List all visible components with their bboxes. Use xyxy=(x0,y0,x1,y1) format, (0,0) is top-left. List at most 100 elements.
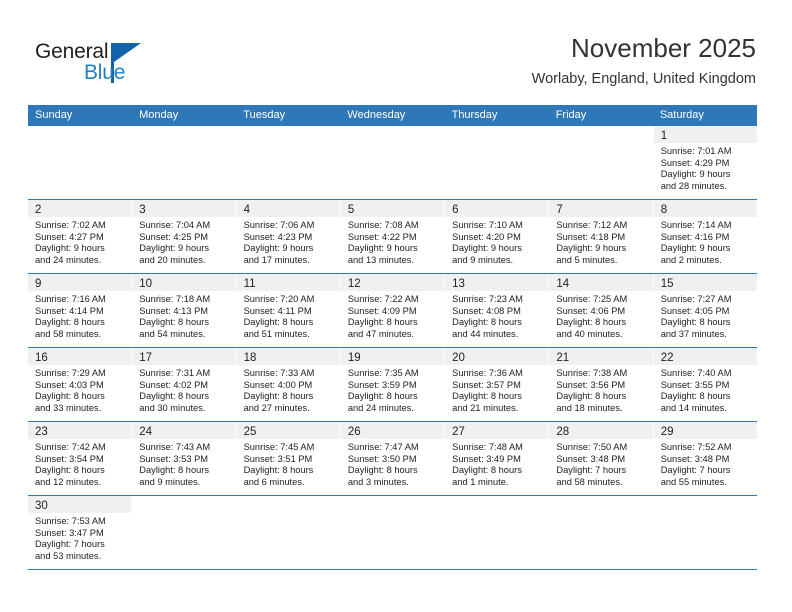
daylight-text-line2: and 21 minutes. xyxy=(452,402,519,413)
sunrise-text: Sunrise: 7:35 AM xyxy=(347,368,419,378)
calendar-day-7[interactable]: 7 Sunrise: 7:12 AM Sunset: 4:18 PM Daylight… xyxy=(549,200,654,273)
calendar-day-30[interactable]: 30 Sunrise: 7:53 AM Sunset: 3:47 PM Dayligh… xyxy=(28,496,133,569)
sunrise-text: Sunrise: 7:18 AM xyxy=(139,294,211,304)
calendar-day-21[interactable]: 21 Sunrise: 7:38 AM Sunset: 3:56 PM Dayligh… xyxy=(549,348,654,421)
calendar-day-1[interactable]: 1 Sunrise: 7:01 AM Sunset: 4:29 PM Daylight… xyxy=(653,126,757,199)
daylight-text-line1: Daylight: 9 hours xyxy=(139,243,210,254)
daylight-text-line2: and 6 minutes. xyxy=(243,476,305,487)
daylight-text-line1: Daylight: 8 hours xyxy=(556,317,627,328)
day-number-bar: 13 xyxy=(445,274,549,291)
calendar-day-empty xyxy=(340,496,446,569)
daylight-text-line1: Daylight: 8 hours xyxy=(139,465,210,476)
weekday-header-sunday: Sunday xyxy=(35,109,73,121)
calendar-day-2[interactable]: 2 Sunrise: 7:02 AM Sunset: 4:27 PM Daylight… xyxy=(28,200,133,273)
calendar-day-empty xyxy=(236,496,341,569)
day-number-bar: 4 xyxy=(236,200,340,217)
day-sun-info: Sunrise: 7:47 AM Sunset: 3:50 PM Daylight:… xyxy=(341,439,444,488)
day-sun-info: Sunrise: 7:04 AM Sunset: 4:25 PM Daylight:… xyxy=(132,217,235,266)
calendar-day-12[interactable]: 12 Sunrise: 7:22 AM Sunset: 4:09 PM Dayligh… xyxy=(340,274,446,347)
calendar-day-22[interactable]: 22 Sunrise: 7:40 AM Sunset: 3:55 PM Dayligh… xyxy=(653,348,757,421)
daylight-text-line1: Daylight: 8 hours xyxy=(452,317,522,328)
daylight-text-line2: and 54 minutes. xyxy=(139,328,206,339)
calendar-day-15[interactable]: 15 Sunrise: 7:27 AM Sunset: 4:05 PM Dayligh… xyxy=(653,274,757,347)
day-sun-info: Sunrise: 7:31 AM Sunset: 4:02 PM Daylight:… xyxy=(132,365,235,414)
calendar-day-5[interactable]: 5 Sunrise: 7:08 AM Sunset: 4:22 PM Daylight… xyxy=(340,200,446,273)
calendar-day-19[interactable]: 19 Sunrise: 7:35 AM Sunset: 3:59 PM Dayligh… xyxy=(340,348,446,421)
day-number-bar: 29 xyxy=(653,422,757,439)
sunset-text: Sunset: 4:27 PM xyxy=(35,231,104,242)
day-sun-info: Sunrise: 7:27 AM Sunset: 4:05 PM Daylight:… xyxy=(654,291,757,340)
day-number: 6 xyxy=(452,204,459,216)
day-number-bar: 21 xyxy=(549,348,653,365)
daylight-text-line2: and 27 minutes. xyxy=(243,402,310,413)
sunrise-text: Sunrise: 7:40 AM xyxy=(660,368,732,378)
calendar-day-13[interactable]: 13 Sunrise: 7:23 AM Sunset: 4:08 PM Dayligh… xyxy=(445,274,550,347)
day-number: 21 xyxy=(556,352,570,364)
day-number: 14 xyxy=(556,278,570,290)
day-number: 18 xyxy=(243,352,257,364)
day-number: 13 xyxy=(452,278,465,290)
day-sun-info: Sunrise: 7:38 AM Sunset: 3:56 PM Daylight:… xyxy=(549,365,652,414)
calendar-week-row: 1 Sunrise: 7:01 AM Sunset: 4:29 PM Daylight… xyxy=(28,126,757,200)
day-number: 4 xyxy=(243,204,250,216)
day-number-bar xyxy=(549,496,652,513)
calendar-day-29[interactable]: 29 Sunrise: 7:52 AM Sunset: 3:48 PM Dayligh… xyxy=(653,422,757,495)
calendar-day-empty xyxy=(340,126,446,199)
day-number-bar: 26 xyxy=(340,422,445,439)
calendar-day-26[interactable]: 26 Sunrise: 7:47 AM Sunset: 3:50 PM Dayligh… xyxy=(340,422,446,495)
weekday-header-row: Sunday Monday Tuesday Wednesday Thursday Frid… xyxy=(28,105,757,126)
daylight-text-line1: Daylight: 8 hours xyxy=(347,391,418,402)
calendar-day-20[interactable]: 20 Sunrise: 7:36 AM Sunset: 3:57 PM Dayligh… xyxy=(445,348,550,421)
daylight-text-line2: and 33 minutes. xyxy=(35,402,102,413)
day-sun-info: Sunrise: 7:29 AM Sunset: 4:03 PM Daylight:… xyxy=(28,365,131,414)
daylight-text-line1: Daylight: 9 hours xyxy=(660,243,731,254)
day-number: 8 xyxy=(660,204,668,216)
calendar-day-9[interactable]: 9 Sunrise: 7:16 AM Sunset: 4:14 PM Daylight… xyxy=(28,274,133,347)
daylight-text-line1: Daylight: 8 hours xyxy=(35,465,105,476)
calendar-day-27[interactable]: 27 Sunrise: 7:48 AM Sunset: 3:49 PM Dayligh… xyxy=(445,422,550,495)
calendar-day-23[interactable]: 23 Sunrise: 7:42 AM Sunset: 3:54 PM Dayligh… xyxy=(28,422,133,495)
day-number: 7 xyxy=(556,204,563,216)
calendar-day-8[interactable]: 8 Sunrise: 7:14 AM Sunset: 4:16 PM Daylight… xyxy=(653,200,757,273)
sunset-text: Sunset: 3:55 PM xyxy=(660,379,730,390)
calendar-day-empty xyxy=(549,126,654,199)
day-number-bar: 23 xyxy=(28,422,132,439)
calendar-day-18[interactable]: 18 Sunrise: 7:33 AM Sunset: 4:00 PM Dayligh… xyxy=(236,348,341,421)
sunset-text: Sunset: 4:14 PM xyxy=(35,305,104,316)
sunset-text: Sunset: 3:50 PM xyxy=(347,453,417,464)
weekday-header-wednesday: Wednesday xyxy=(347,109,406,121)
calendar-day-25[interactable]: 25 Sunrise: 7:45 AM Sunset: 3:51 PM Dayligh… xyxy=(236,422,341,495)
daylight-text-line1: Daylight: 7 hours xyxy=(660,465,731,476)
daylight-text-line1: Daylight: 9 hours xyxy=(452,243,522,254)
day-sun-info: Sunrise: 7:10 AM Sunset: 4:20 PM Daylight:… xyxy=(445,217,548,266)
daylight-text-line1: Daylight: 8 hours xyxy=(35,317,105,328)
sunrise-text: Sunrise: 7:43 AM xyxy=(139,442,211,452)
calendar-page: General Blue November 2025 Worlaby, Engl… xyxy=(0,0,792,612)
calendar-day-16[interactable]: 16 Sunrise: 7:29 AM Sunset: 4:03 PM Dayligh… xyxy=(28,348,133,421)
calendar-day-11[interactable]: 11 Sunrise: 7:20 AM Sunset: 4:11 PM Dayligh… xyxy=(236,274,341,347)
calendar-day-10[interactable]: 10 Sunrise: 7:18 AM Sunset: 4:13 PM Dayligh… xyxy=(132,274,237,347)
daylight-text-line2: and 44 minutes. xyxy=(452,328,519,339)
daylight-text-line1: Daylight: 8 hours xyxy=(347,317,418,328)
calendar-day-17[interactable]: 17 Sunrise: 7:31 AM Sunset: 4:02 PM Dayligh… xyxy=(132,348,237,421)
logo-flag-icon xyxy=(114,43,141,62)
calendar-day-3[interactable]: 3 Sunrise: 7:04 AM Sunset: 4:25 PM Daylight… xyxy=(132,200,237,273)
calendar-day-6[interactable]: 6 Sunrise: 7:10 AM Sunset: 4:20 PM Daylight… xyxy=(445,200,550,273)
sunrise-text: Sunrise: 7:08 AM xyxy=(347,220,419,230)
sunrise-text: Sunrise: 7:10 AM xyxy=(452,220,523,230)
calendar-day-24[interactable]: 24 Sunrise: 7:43 AM Sunset: 3:53 PM Dayligh… xyxy=(132,422,237,495)
sunset-text: Sunset: 3:48 PM xyxy=(556,453,626,464)
daylight-text-line1: Daylight: 8 hours xyxy=(243,317,314,328)
calendar-day-14[interactable]: 14 Sunrise: 7:25 AM Sunset: 4:06 PM Dayligh… xyxy=(549,274,654,347)
day-number-bar: 11 xyxy=(236,274,340,291)
day-number: 20 xyxy=(452,352,465,364)
day-number: 24 xyxy=(139,426,153,438)
calendar-day-28[interactable]: 28 Sunrise: 7:50 AM Sunset: 3:48 PM Dayligh… xyxy=(549,422,654,495)
day-number-bar: 8 xyxy=(653,200,757,217)
sunset-text: Sunset: 3:49 PM xyxy=(452,453,521,464)
sunrise-text: Sunrise: 7:14 AM xyxy=(660,220,732,230)
calendar-weeks: 1 Sunrise: 7:01 AM Sunset: 4:29 PM Daylight… xyxy=(28,126,757,570)
sunrise-text: Sunrise: 7:22 AM xyxy=(347,294,419,304)
sunrise-text: Sunrise: 7:42 AM xyxy=(35,442,106,452)
calendar-day-4[interactable]: 4 Sunrise: 7:06 AM Sunset: 4:23 PM Daylight… xyxy=(236,200,341,273)
